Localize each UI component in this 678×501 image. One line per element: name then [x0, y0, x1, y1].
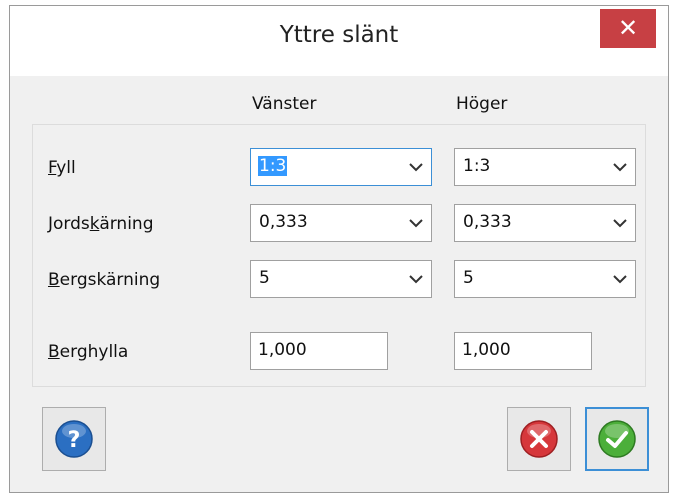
- label-jordskarning-pre: Jords: [48, 214, 90, 234]
- chevron-down-icon: [409, 163, 423, 172]
- help-icon: ?: [55, 420, 93, 458]
- close-button[interactable]: ✕: [600, 9, 656, 48]
- cancel-button[interactable]: [507, 407, 571, 471]
- fyll-left-value: 1:3: [258, 156, 288, 176]
- label-bergskarning: Bergskärning: [48, 270, 160, 290]
- label-jordskarning: Jordskärning: [48, 214, 153, 234]
- bergskarning-left-value: 5: [259, 268, 270, 288]
- label-jordskarning-mnemonic: k: [89, 214, 100, 234]
- ok-button[interactable]: [585, 407, 649, 471]
- svg-text:?: ?: [68, 428, 81, 453]
- chevron-down-icon: [409, 219, 423, 228]
- help-button[interactable]: ?: [42, 407, 106, 471]
- title-bar: Yttre slänt ✕: [10, 6, 668, 76]
- label-berghylla: Berghylla: [48, 342, 128, 362]
- berghylla-right-value: 1,000: [462, 340, 511, 360]
- berghylla-left-input[interactable]: 1,000: [250, 332, 388, 370]
- chevron-down-icon: [613, 163, 627, 172]
- label-jordskarning-rest: ärning: [99, 214, 154, 234]
- chevron-down-icon: [613, 219, 627, 228]
- dialog-title: Yttre slänt: [279, 22, 399, 48]
- label-bergskarning-mnemonic: B: [48, 270, 60, 290]
- column-header-left: Vänster: [252, 94, 317, 114]
- label-bergskarning-rest: ergskärning: [59, 270, 161, 290]
- label-berghylla-mnemonic: B: [48, 342, 60, 362]
- bergskarning-left-combo[interactable]: 5: [250, 260, 432, 298]
- bergskarning-right-combo[interactable]: 5: [454, 260, 636, 298]
- chevron-down-icon: [613, 275, 627, 284]
- label-berghylla-rest: erghylla: [59, 342, 129, 362]
- label-fyll-rest: yll: [56, 158, 76, 178]
- jordskarning-left-value: 0,333: [259, 212, 308, 232]
- column-header-right: Höger: [456, 94, 508, 114]
- jordskarning-right-value: 0,333: [463, 212, 512, 232]
- berghylla-left-value: 1,000: [258, 340, 307, 360]
- check-icon: [598, 420, 636, 458]
- jordskarning-left-combo[interactable]: 0,333: [250, 204, 432, 242]
- label-fyll-mnemonic: F: [48, 158, 57, 178]
- berghylla-right-input[interactable]: 1,000: [454, 332, 592, 370]
- label-fyll: Fyll: [48, 158, 76, 178]
- bergskarning-right-value: 5: [463, 268, 474, 288]
- fyll-right-combo[interactable]: 1:3: [454, 148, 636, 186]
- chevron-down-icon: [409, 275, 423, 284]
- fyll-left-combo[interactable]: 1:3: [250, 148, 432, 186]
- cancel-icon: [520, 420, 558, 458]
- jordskarning-right-combo[interactable]: 0,333: [454, 204, 636, 242]
- fyll-right-value: 1:3: [463, 156, 491, 176]
